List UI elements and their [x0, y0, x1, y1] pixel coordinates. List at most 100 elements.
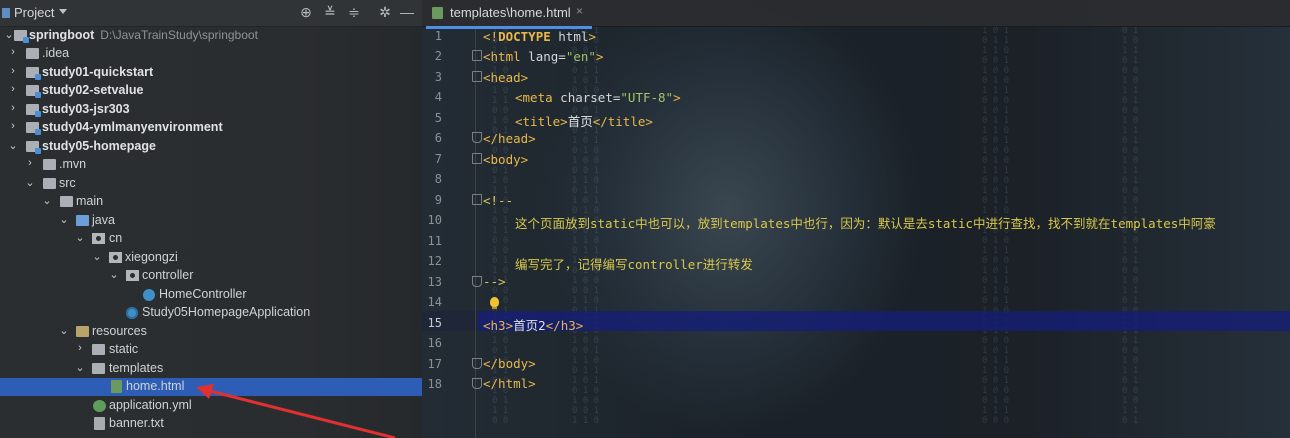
line-number[interactable]: 12	[422, 254, 442, 268]
expand-arrow[interactable]: ⌄	[75, 231, 85, 244]
expand-arrow[interactable]: ⌄	[4, 28, 14, 41]
code-line-15[interactable]: <h3>首页2</h3>	[483, 315, 583, 334]
collapse-arrow[interactable]: ›	[8, 46, 18, 58]
token-text: 首页	[567, 114, 593, 129]
code-line-17[interactable]: </body>	[483, 356, 536, 371]
code-line-6[interactable]: </head>	[483, 131, 536, 146]
tree-item-templates[interactable]: ⌄ templates	[0, 360, 422, 378]
code-line-13[interactable]: -->	[483, 274, 506, 289]
tree-item-study02[interactable]: › study02-setvalue	[0, 82, 422, 100]
fold-end-comment[interactable]	[472, 276, 482, 287]
code-editor: 1 0 0 1 1 1 0 0 1 0 0 1 1 0 1 1 0 0 1 0 …	[422, 0, 1290, 438]
lightbulb-icon[interactable]	[490, 297, 499, 309]
code-line-4[interactable]: <meta charset="UTF-8">	[515, 90, 681, 105]
tree-item-cn[interactable]: ⌄ cn	[0, 230, 422, 248]
hide-icon[interactable]: —	[398, 4, 416, 20]
tree-item-mvn[interactable]: › .mvn	[0, 156, 422, 174]
line-number[interactable]: 4	[422, 90, 442, 104]
expand-arrow[interactable]: ⌄	[109, 268, 119, 281]
module-folder-icon	[26, 122, 41, 135]
code-line-9[interactable]: <!--	[483, 193, 513, 208]
tree-item-label: study02-setvalue	[42, 83, 144, 97]
fold-marker-html[interactable]	[472, 50, 482, 61]
token-tag: >	[595, 49, 604, 64]
fold-end-head[interactable]	[472, 132, 482, 143]
line-number[interactable]: 3	[422, 70, 442, 84]
tree-item-resources[interactable]: ⌄ resources	[0, 323, 422, 341]
tree-item-application-yml[interactable]: application.yml	[0, 397, 422, 415]
collapse-arrow[interactable]: ›	[8, 120, 18, 132]
tree-item-static[interactable]: › static	[0, 341, 422, 359]
tree-item-controller[interactable]: ⌄ controller	[0, 267, 422, 285]
code-line-1[interactable]: <!DOCTYPE html>	[483, 29, 596, 44]
tree-item-study05[interactable]: ⌄ study05-homepage	[0, 138, 422, 156]
tree-item-label: study04-ymlmanyenvironment	[42, 120, 223, 134]
expand-arrow[interactable]: ⌄	[75, 361, 85, 374]
tree-item-main[interactable]: ⌄ main	[0, 193, 422, 211]
tree-item-src[interactable]: ⌄ src	[0, 175, 422, 193]
collapse-arrow[interactable]: ›	[8, 65, 18, 77]
line-number[interactable]: 13	[422, 275, 442, 289]
collapse-arrow[interactable]: ›	[25, 157, 35, 169]
code-line-3[interactable]: <head>	[483, 70, 528, 85]
collapse-arrow[interactable]: ›	[8, 83, 18, 95]
locate-icon[interactable]: ⊕	[297, 4, 315, 21]
line-number[interactable]: 10	[422, 213, 442, 227]
fold-marker-body[interactable]	[472, 153, 482, 164]
tree-item-home-html[interactable]: home.html	[0, 378, 422, 396]
fold-marker-head[interactable]	[472, 71, 482, 82]
line-number[interactable]: 17	[422, 357, 442, 371]
code-line-7[interactable]: <body>	[483, 152, 528, 167]
tab-home-html[interactable]: templates\home.html ×	[426, 0, 592, 29]
expand-arrow[interactable]: ⌄	[42, 194, 52, 207]
tree-item-banner-txt[interactable]: banner.txt	[0, 415, 422, 433]
chevron-down-icon[interactable]	[59, 9, 67, 14]
tree-item-springboot[interactable]: ⌄ springboot D:\JavaTrainStudy\springboot	[0, 27, 422, 45]
module-folder-icon	[26, 85, 41, 98]
line-number[interactable]: 2	[422, 49, 442, 63]
close-icon[interactable]: ×	[576, 4, 583, 18]
collapse-all-icon[interactable]: ≑	[345, 4, 363, 21]
code-line-10[interactable]: 这个页面放到static中也可以，放到templates中也行，因为：默认是去s…	[515, 213, 1216, 232]
line-number[interactable]: 11	[422, 234, 442, 248]
code-line-12[interactable]: 编写完了，记得编写controller进行转发	[515, 254, 753, 273]
tree-item-label: Study05HomepageApplication	[142, 305, 311, 319]
line-number[interactable]: 6	[422, 131, 442, 145]
expand-arrow[interactable]: ⌄	[59, 324, 69, 337]
code-line-5[interactable]: <title>首页</title>	[515, 111, 653, 130]
expand-all-icon[interactable]: ≚	[321, 4, 339, 21]
tree-item-label: study05-homepage	[42, 139, 156, 153]
line-number[interactable]: 8	[422, 172, 442, 186]
collapse-arrow[interactable]: ›	[8, 102, 18, 114]
expand-arrow[interactable]: ⌄	[8, 139, 18, 152]
token-tag: </html>	[483, 376, 536, 391]
expand-arrow[interactable]: ⌄	[59, 213, 69, 226]
tree-item-study01[interactable]: › study01-quickstart	[0, 64, 422, 82]
line-number[interactable]: 9	[422, 193, 442, 207]
tree-item-study04[interactable]: › study04-ymlmanyenvironment	[0, 119, 422, 137]
line-number[interactable]: 5	[422, 111, 442, 125]
expand-arrow[interactable]: ⌄	[92, 250, 102, 263]
tree-item-study03[interactable]: › study03-jsr303	[0, 101, 422, 119]
fold-end-html[interactable]	[472, 378, 482, 389]
tree-item-homecontroller[interactable]: HomeController	[0, 286, 422, 304]
line-number[interactable]: 7	[422, 152, 442, 166]
collapse-arrow[interactable]: ›	[75, 342, 85, 354]
fold-end-body[interactable]	[472, 358, 482, 369]
line-number[interactable]: 1	[422, 29, 442, 43]
fold-marker-comment[interactable]	[472, 194, 482, 205]
code-line-18[interactable]: </html>	[483, 376, 536, 391]
tree-item-application-class[interactable]: Study05HomepageApplication	[0, 304, 422, 322]
tree-item-xiegongzi[interactable]: ⌄ xiegongzi	[0, 249, 422, 267]
line-number-current[interactable]: 15	[422, 316, 442, 330]
expand-arrow[interactable]: ⌄	[25, 176, 35, 189]
line-number[interactable]: 16	[422, 336, 442, 350]
token-text: html	[550, 29, 589, 44]
line-number[interactable]: 14	[422, 295, 442, 309]
project-view-selector[interactable]: Project	[14, 5, 54, 20]
code-line-2[interactable]: <html lang="en">	[483, 49, 603, 64]
tree-item-java[interactable]: ⌄ java	[0, 212, 422, 230]
tree-item-idea[interactable]: › .idea	[0, 45, 422, 63]
gear-icon[interactable]: ✲	[376, 4, 394, 21]
line-number[interactable]: 18	[422, 377, 442, 391]
